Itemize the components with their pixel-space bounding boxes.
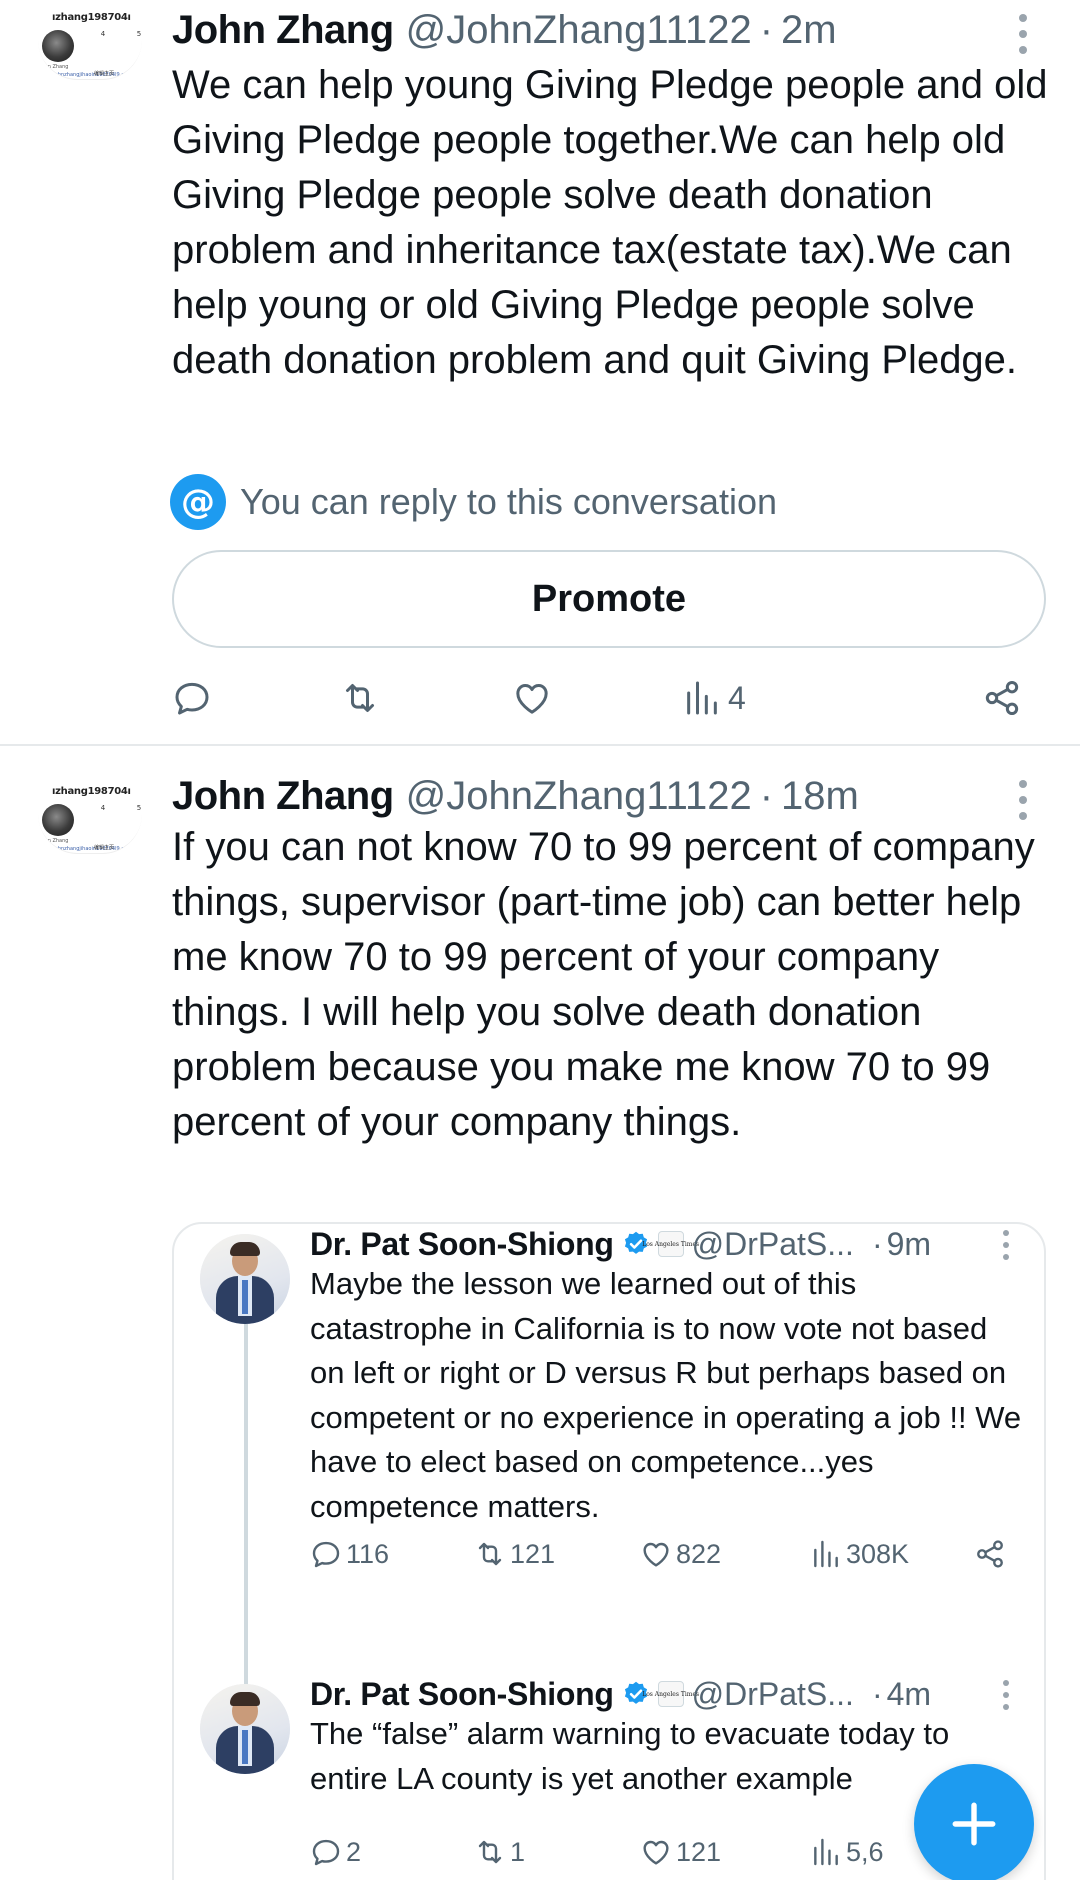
- share-button[interactable]: [974, 1534, 1006, 1574]
- tweet[interactable]: ızhang198704ı 4 5 John Zhang www.johnzha…: [0, 0, 1080, 746]
- quoted-tweet-text: Maybe the lesson we learned out of this …: [310, 1266, 1022, 1524]
- separator-dot: ·: [759, 7, 774, 52]
- views-icon: [814, 1540, 838, 1568]
- compose-plus-icon: [952, 1802, 996, 1846]
- more-icon[interactable]: [1014, 780, 1032, 820]
- avatar-card-name: ızhang198704ı: [52, 12, 131, 23]
- views-button[interactable]: 5,6: [810, 1832, 884, 1872]
- share-icon: [977, 1540, 1003, 1568]
- avatar-card-subname: John Zhang: [40, 838, 69, 844]
- reply-count: 116: [346, 1538, 390, 1569]
- avatar-card-subname: John Zhang: [40, 64, 69, 70]
- reply-icon: [312, 1839, 340, 1866]
- tweet-text: If you can not know 70 to 99 percent of …: [172, 825, 1035, 1144]
- affiliation-badge: Los Angeles Times: [642, 1681, 699, 1707]
- share-icon: [985, 681, 1019, 715]
- quoted-timestamp[interactable]: 9m: [887, 1226, 931, 1263]
- like-button[interactable]: 121: [640, 1832, 721, 1872]
- quoted-tweet-actions: 2 1 121 5,6: [310, 1832, 1010, 1872]
- avatar-card-stat: 5: [136, 804, 142, 812]
- more-icon[interactable]: [1000, 1230, 1012, 1260]
- compose-button[interactable]: [914, 1764, 1034, 1880]
- reply-permission-note: @ You can reply to this conversation: [170, 474, 777, 530]
- avatar-card-name: ızhang198704ı: [52, 786, 131, 797]
- avatar-card-stat: 4: [100, 30, 106, 38]
- quoted-tweet-card[interactable]: Dr. Pat Soon-Shiong Los Angeles Times @D…: [172, 1222, 1046, 1880]
- separator-dot: ·: [871, 1225, 883, 1262]
- tweet-actions: 4: [172, 670, 1032, 726]
- quoted-tweet-header: Dr. Pat Soon-Shiong Los Angeles Times @D…: [310, 1674, 931, 1714]
- share-button[interactable]: [982, 670, 1022, 726]
- reply-icon: [175, 682, 209, 715]
- views-icon: [814, 1838, 838, 1866]
- tweet-timestamp[interactable]: 2m: [781, 8, 837, 53]
- avatar-photo: [42, 30, 74, 62]
- reply-button[interactable]: 116: [310, 1534, 389, 1574]
- more-icon[interactable]: [1014, 14, 1032, 54]
- quoted-author-avatar[interactable]: [200, 1234, 290, 1324]
- repost-button[interactable]: [340, 670, 380, 726]
- repost-icon: [346, 684, 374, 712]
- author-handle[interactable]: @JohnZhang11122: [406, 8, 752, 53]
- views-count: 308K: [846, 1538, 910, 1569]
- avatar-card-stat: 5: [136, 30, 142, 38]
- reply-icon: [312, 1541, 340, 1568]
- thread-connector: [244, 1324, 248, 1704]
- like-button[interactable]: [512, 670, 552, 726]
- like-icon: [643, 1840, 669, 1865]
- like-icon: [643, 1542, 669, 1567]
- quoted-author-name[interactable]: Dr. Pat Soon-Shiong: [310, 1226, 614, 1263]
- views-button[interactable]: 4: [682, 670, 746, 726]
- tweet[interactable]: ızhang198704ı 4 5 John Zhang www.johnzha…: [0, 748, 1080, 1880]
- reply-button[interactable]: [172, 670, 212, 726]
- views-count: 5,6: [846, 1836, 884, 1867]
- affiliation-badge: Los Angeles Times: [642, 1231, 699, 1257]
- author-avatar[interactable]: ızhang198704ı 4 5 John Zhang www.johnzha…: [38, 782, 142, 854]
- separator-dot: ·: [871, 1675, 883, 1712]
- quoted-author-handle[interactable]: @DrPatS...: [692, 1226, 854, 1263]
- tweet-header: John Zhang @JohnZhang11122 · 2m: [172, 2, 837, 58]
- repost-icon: [478, 1542, 502, 1566]
- quoted-author-handle[interactable]: @DrPatS...: [692, 1676, 854, 1713]
- quoted-author-avatar[interactable]: [200, 1684, 290, 1774]
- views-count: 4: [728, 679, 746, 716]
- repost-count: 121: [510, 1538, 556, 1569]
- avatar-photo: [42, 804, 74, 836]
- repost-button[interactable]: 1: [474, 1832, 525, 1872]
- like-count: 121: [676, 1836, 722, 1867]
- like-count: 822: [676, 1538, 722, 1569]
- reply-count: 2: [346, 1836, 362, 1867]
- author-name[interactable]: John Zhang: [172, 774, 394, 819]
- quoted-tweet-text: The “false” alarm warning to evacuate to…: [310, 1716, 950, 1796]
- more-icon[interactable]: [1000, 1680, 1012, 1710]
- author-handle[interactable]: @JohnZhang11122: [406, 774, 752, 819]
- views-button[interactable]: 308K: [810, 1534, 909, 1574]
- separator-dot: ·: [759, 773, 774, 818]
- avatar-card-stat: 4: [100, 804, 106, 812]
- promote-button[interactable]: Promote: [172, 550, 1046, 648]
- repost-button[interactable]: 121: [474, 1534, 555, 1574]
- like-button[interactable]: 822: [640, 1534, 721, 1574]
- tweet-header: John Zhang @JohnZhang11122 · 18m: [172, 768, 859, 824]
- tweet-text: We can help young Giving Pledge people a…: [172, 63, 1048, 382]
- quoted-timestamp[interactable]: 4m: [887, 1676, 931, 1713]
- avatar-card-button: 编辑主页: [94, 71, 115, 77]
- quoted-tweet-header: Dr. Pat Soon-Shiong Los Angeles Times @D…: [310, 1224, 931, 1264]
- avatar-card-button: 编辑主页: [94, 845, 115, 851]
- author-name[interactable]: John Zhang: [172, 8, 394, 53]
- repost-icon: [478, 1840, 502, 1864]
- author-avatar[interactable]: ızhang198704ı 4 5 John Zhang www.johnzha…: [38, 8, 142, 80]
- reply-button[interactable]: 2: [310, 1832, 361, 1872]
- views-icon: [687, 681, 717, 715]
- reply-permission-text: You can reply to this conversation: [240, 481, 777, 522]
- tweet-timestamp[interactable]: 18m: [781, 774, 859, 819]
- mention-icon: @: [170, 474, 226, 530]
- quoted-tweet-actions: 116 121 822 308K: [310, 1534, 1010, 1574]
- like-icon: [516, 684, 548, 714]
- repost-count: 1: [510, 1836, 526, 1867]
- quoted-author-name[interactable]: Dr. Pat Soon-Shiong: [310, 1676, 614, 1713]
